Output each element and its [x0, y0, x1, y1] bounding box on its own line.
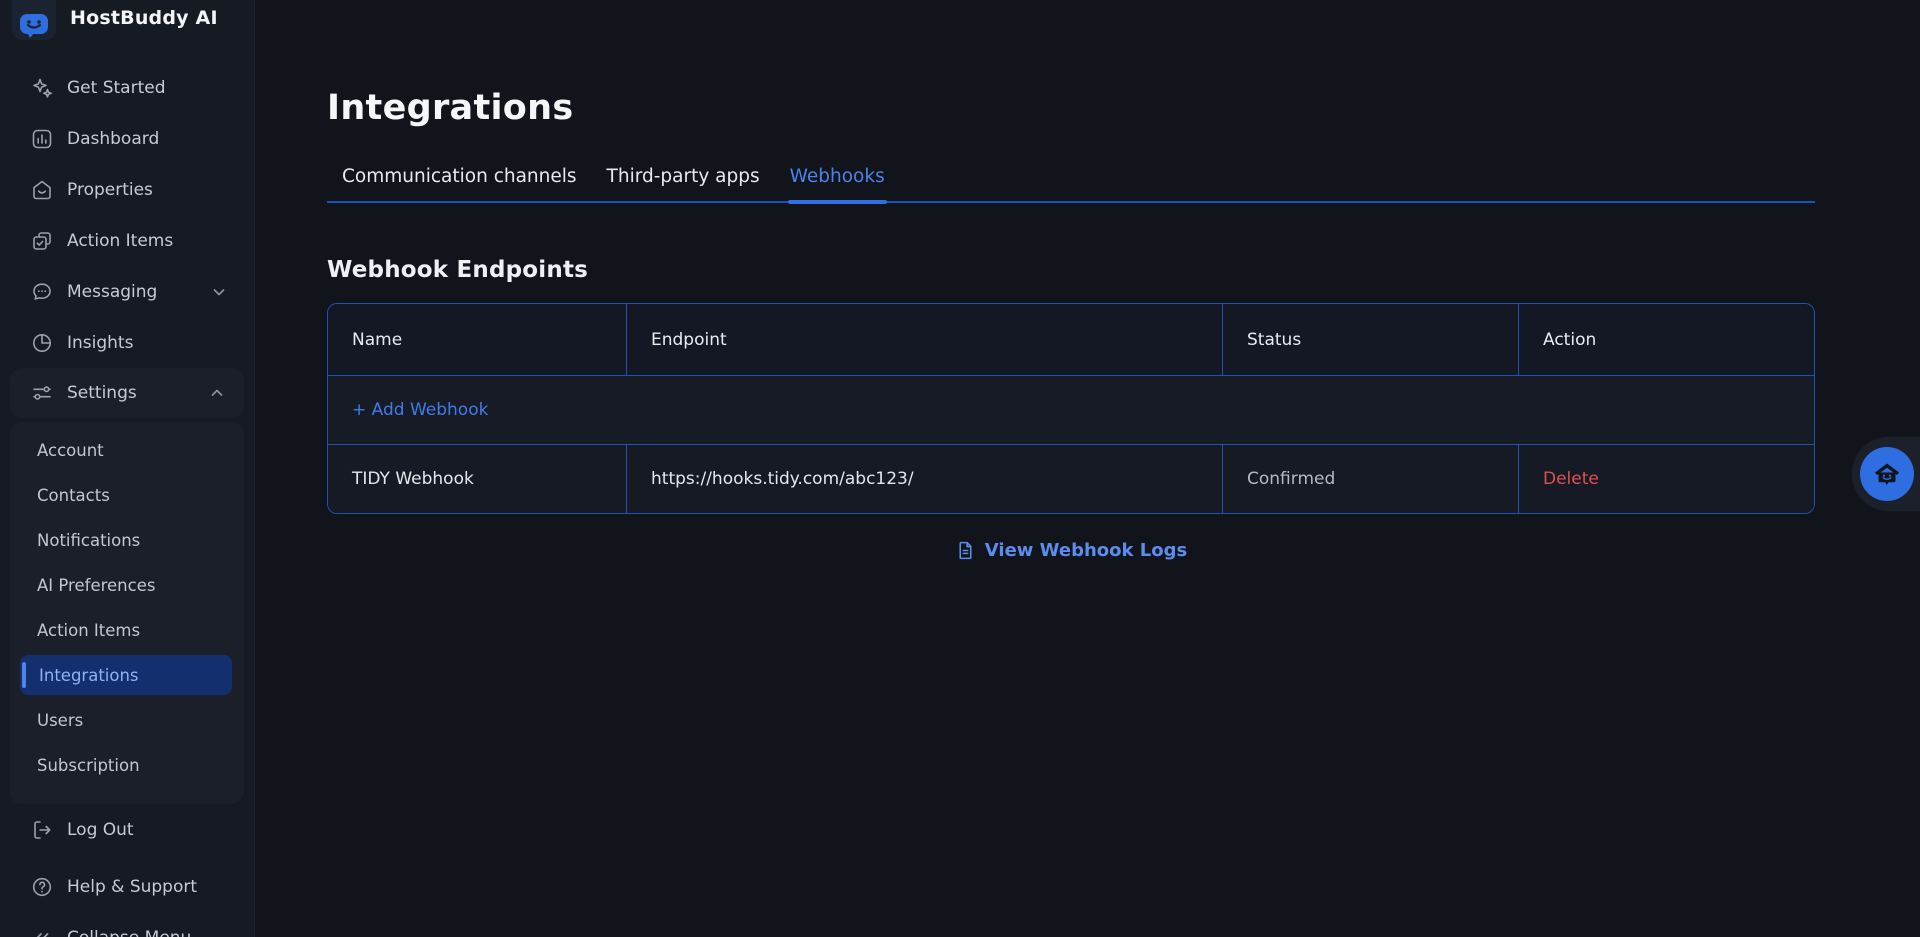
collapse-icon: [30, 926, 54, 937]
house-icon: [30, 178, 54, 202]
webhook-table: Name Endpoint Status Action + Add Webhoo…: [327, 303, 1815, 514]
sidebar-item-settings[interactable]: Settings: [10, 368, 244, 418]
settings-submenu: Account Contacts Notifications AI Prefer…: [10, 422, 244, 804]
cell-webhook-status: Confirmed: [1223, 445, 1519, 513]
sidebar-item-label: Get Started: [67, 78, 165, 98]
page-title: Integrations: [327, 88, 1920, 128]
table-row: TIDY Webhook https://hooks.tidy.com/abc1…: [328, 445, 1814, 513]
sidebar-item-label: Messaging: [67, 282, 157, 302]
sidebar-item-subscription[interactable]: Subscription: [10, 743, 244, 788]
sidebar-item-ai-preferences[interactable]: AI Preferences: [10, 563, 244, 608]
sidebar-item-notifications[interactable]: Notifications: [10, 518, 244, 563]
tab-webhooks[interactable]: Webhooks: [775, 166, 900, 201]
view-webhook-logs-link[interactable]: View Webhook Logs: [955, 540, 1187, 561]
sidebar: HostBuddy AI Get Started Dashboard: [0, 0, 255, 937]
chat-bubble-icon: [30, 280, 54, 304]
selected-indicator-bar: [22, 662, 26, 688]
sidebar-item-insights[interactable]: Insights: [0, 317, 254, 368]
tab-bar: Communication channels Third-party apps …: [327, 166, 1815, 203]
cell-webhook-name: TIDY Webhook: [328, 445, 627, 513]
sidebar-item-account[interactable]: Account: [10, 428, 244, 473]
sidebar-item-label: Properties: [67, 180, 153, 200]
help-icon: [30, 875, 54, 899]
sparkles-icon: [30, 76, 54, 100]
sidebar-item-label: Insights: [67, 333, 133, 353]
sidebar-item-users[interactable]: Users: [10, 698, 244, 743]
dashboard-icon: [30, 127, 54, 151]
section-title: Webhook Endpoints: [327, 257, 1920, 283]
chevron-down-icon: [210, 283, 228, 301]
column-header-action: Action: [1519, 304, 1814, 375]
action-items-icon: [30, 229, 54, 253]
sidebar-item-action-items[interactable]: Action Items: [0, 215, 254, 266]
sidebar-item-label: Settings: [67, 383, 137, 403]
table-header-row: Name Endpoint Status Action: [328, 304, 1814, 376]
floating-home-widget[interactable]: [1852, 437, 1920, 511]
help-support-button[interactable]: Help & Support: [0, 861, 254, 912]
sidebar-item-messaging[interactable]: Messaging: [0, 266, 254, 317]
column-header-status: Status: [1223, 304, 1519, 375]
add-webhook-button[interactable]: + Add Webhook: [328, 376, 1814, 445]
sidebar-footer: Log Out Help & Support Collapse Menu: [0, 804, 254, 937]
column-header-endpoint: Endpoint: [627, 304, 1223, 375]
sidebar-item-dashboard[interactable]: Dashboard: [0, 113, 254, 164]
main-content: Integrations Communication channels Thir…: [255, 0, 1920, 937]
tab-third-party-apps[interactable]: Third-party apps: [592, 166, 775, 201]
logout-button[interactable]: Log Out: [0, 804, 254, 855]
sidebar-item-action-items-sub[interactable]: Action Items: [10, 608, 244, 653]
sliders-icon: [30, 381, 54, 405]
settings-block: Settings Account Contacts Notifications …: [10, 368, 244, 804]
footer-item-label: Help & Support: [67, 877, 197, 897]
brand: HostBuddy AI: [0, 0, 254, 46]
collapse-menu-button[interactable]: Collapse Menu: [0, 912, 254, 937]
delete-webhook-button[interactable]: Delete: [1543, 469, 1599, 489]
footer-item-label: Collapse Menu: [67, 928, 191, 937]
sidebar-item-get-started[interactable]: Get Started: [0, 62, 254, 113]
sidebar-item-label: Dashboard: [67, 129, 159, 149]
sidebar-item-integrations[interactable]: Integrations: [20, 655, 232, 695]
pie-chart-icon: [30, 331, 54, 355]
sidebar-nav: Get Started Dashboard Properties: [0, 62, 254, 368]
sidebar-item-contacts[interactable]: Contacts: [10, 473, 244, 518]
logs-link-row: View Webhook Logs: [327, 540, 1815, 561]
column-header-name: Name: [328, 304, 627, 375]
document-icon: [955, 540, 976, 561]
sidebar-item-properties[interactable]: Properties: [0, 164, 254, 215]
logout-icon: [30, 818, 54, 842]
sidebar-item-label: Action Items: [67, 231, 173, 251]
brand-name: HostBuddy AI: [70, 7, 218, 29]
add-webhook-label: + Add Webhook: [352, 400, 488, 420]
hostbuddy-logo-icon: [12, 0, 56, 40]
home-button[interactable]: [1860, 447, 1914, 501]
footer-item-label: Log Out: [67, 820, 134, 840]
chevron-up-icon: [208, 384, 226, 402]
app-root: HostBuddy AI Get Started Dashboard: [0, 0, 1920, 937]
cell-webhook-endpoint: https://hooks.tidy.com/abc123/: [627, 445, 1223, 513]
hostbuddy-home-icon: [1871, 458, 1903, 490]
tab-communication-channels[interactable]: Communication channels: [327, 166, 592, 201]
logs-link-label: View Webhook Logs: [985, 540, 1187, 561]
cell-webhook-action: Delete: [1519, 445, 1814, 513]
